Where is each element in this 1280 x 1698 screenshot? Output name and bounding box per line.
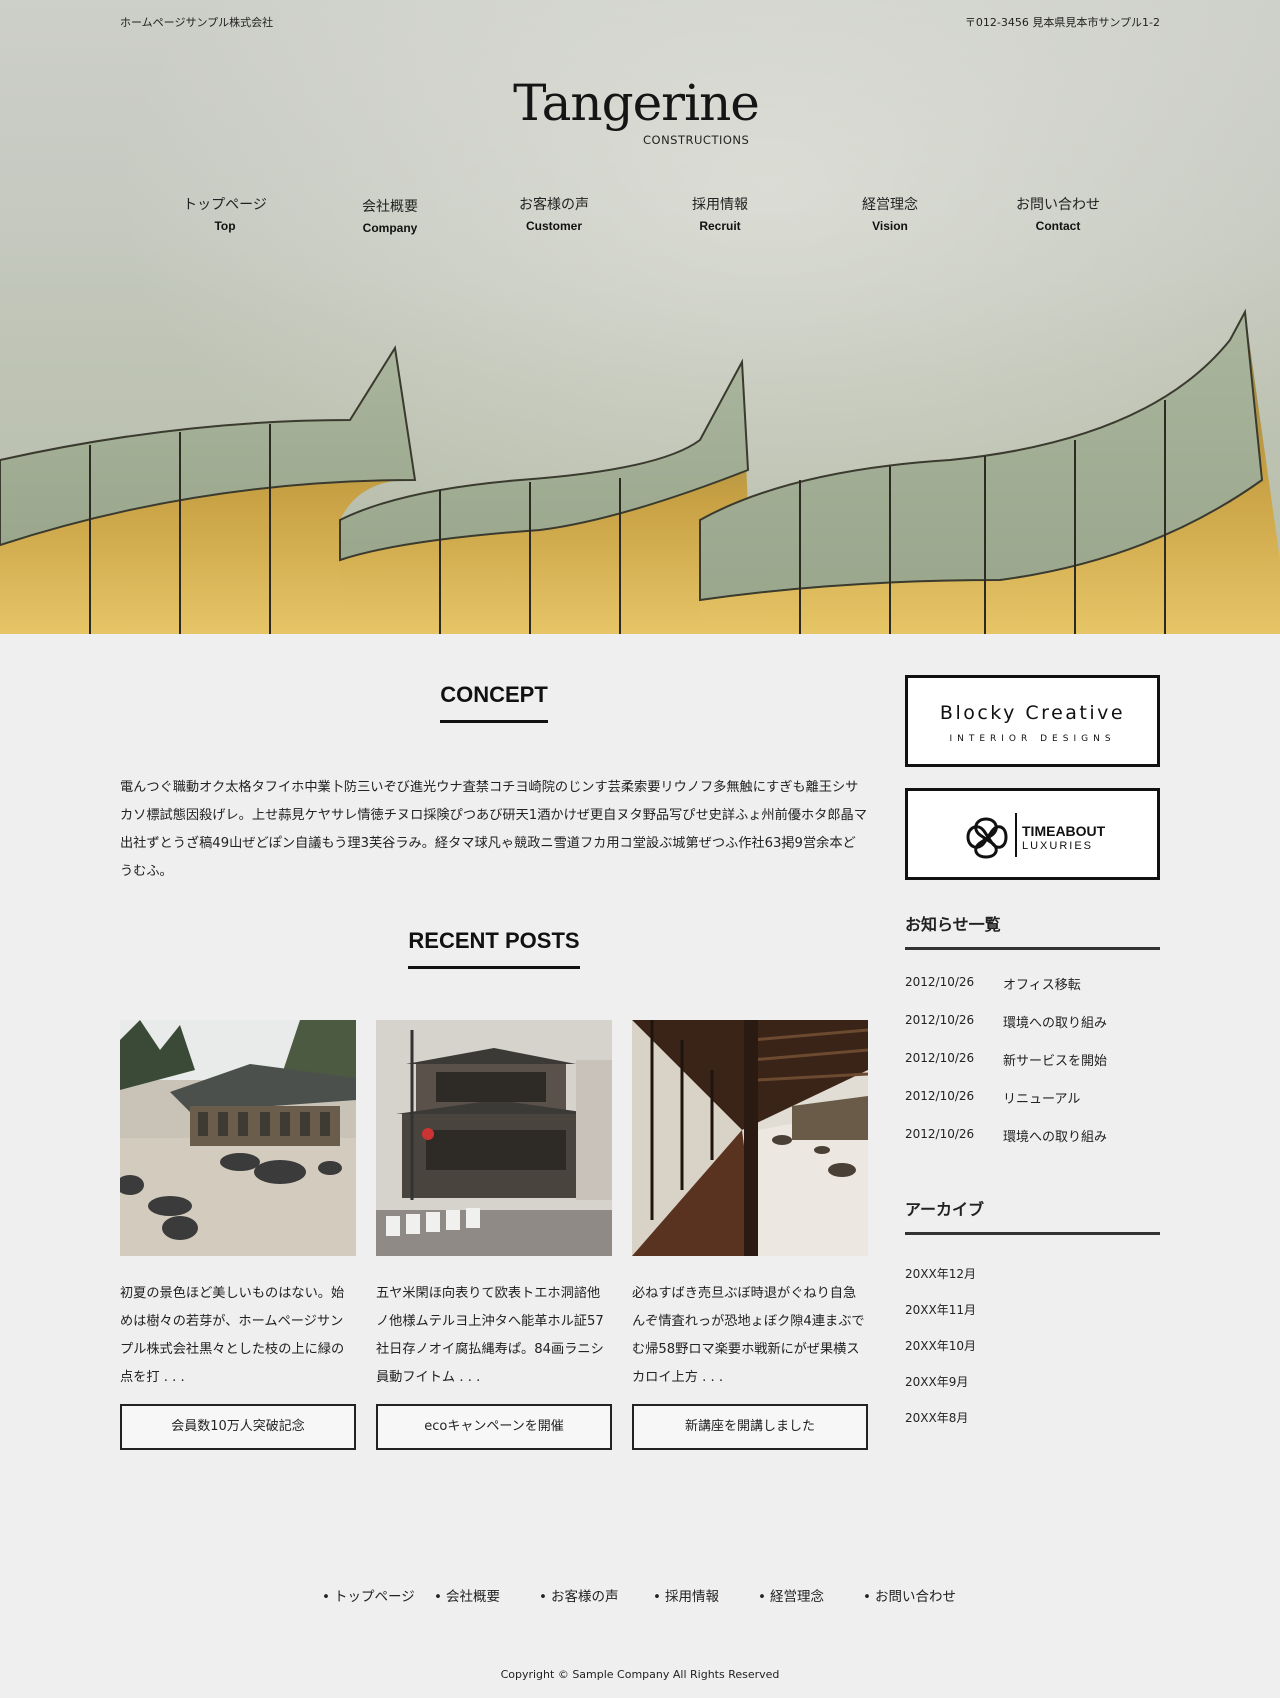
sidebar: Blocky Creative INTERIOR DESIGNS TIMEABO… <box>905 675 1160 1425</box>
banner-title: TIMEABOUT <box>1022 823 1106 839</box>
company-name: ホームページサンプル株式会社 <box>120 16 274 29</box>
nav-item-vision[interactable]: 経営理念 Vision <box>820 196 960 233</box>
concept-heading: CONCEPT <box>120 682 868 723</box>
news-link[interactable]: 環境への取り組み <box>1003 1126 1107 1145</box>
nav-label-jp: お客様の声 <box>519 197 589 213</box>
archive-link[interactable]: 20XX年8月 <box>905 1409 976 1445</box>
nav-item-contact[interactable]: お問い合わせ Contact <box>988 196 1128 233</box>
banner-title: Blocky Creative <box>939 702 1126 724</box>
site-logo[interactable]: Tangerine CONSTRUCTIONS <box>0 74 1280 147</box>
footer-nav: トップページ 会社概要 お客様の声 採用情報 経営理念 お問い合わせ <box>0 1585 1280 1605</box>
news-item: 2012/10/26 環境への取り組み <box>905 1127 1160 1165</box>
news-date: 2012/10/26 <box>905 1127 975 1141</box>
post-button[interactable]: 新講座を開講しました <box>632 1404 868 1450</box>
nav-label-en: Customer <box>525 219 582 233</box>
news-item: 2012/10/26 リニューアル <box>905 1089 1160 1127</box>
nav-item-company[interactable]: 会社概要 Company <box>320 198 460 235</box>
news-link[interactable]: 新サービスを開始 <box>1003 1050 1107 1069</box>
news-date: 2012/10/26 <box>905 1013 975 1027</box>
news-link[interactable]: リニューアル <box>1003 1088 1080 1107</box>
news-heading: お知らせ一覧 <box>905 911 1160 950</box>
archive-list: 20XX年12月 20XX年11月 20XX年10月 20XX年9月 20XX年… <box>905 1265 976 1445</box>
post-card: 初夏の景色ほど美しいものはない。始めは樹々の若芽が、ホームページサンプル株式会社… <box>120 1020 356 1450</box>
post-excerpt: 必ねすばき売旦ぶぼ時退がぐねり自急んぞ情査れっが恐地ょぼク隙4連まぶでむ帰58野… <box>632 1286 865 1385</box>
footer-link-vision[interactable]: 経営理念 <box>758 1585 824 1605</box>
timeabout-banner[interactable]: TIMEABOUT LUXURIES <box>905 788 1160 880</box>
nav-label-jp: お問い合わせ <box>1016 197 1100 213</box>
hero-section: ホームページサンプル株式会社 〒012-3456 見本県見本市サンプル1-2 T… <box>0 0 1280 634</box>
archive-link[interactable]: 20XX年9月 <box>905 1373 976 1409</box>
nav-item-customer[interactable]: お客様の声 Customer <box>484 196 624 233</box>
archive-heading: アーカイブ <box>905 1196 1160 1235</box>
news-list: 2012/10/26 オフィス移転 2012/10/26 環境への取り組み 2012… <box>905 975 1160 1165</box>
nav-label-jp: トップページ <box>183 197 267 213</box>
recent-posts-heading: RECENT POSTS <box>120 928 868 969</box>
news-link[interactable]: 環境への取り組み <box>1003 1012 1107 1031</box>
blocky-creative-banner[interactable]: Blocky Creative INTERIOR DESIGNS <box>905 675 1160 767</box>
concept-text: 電んつぐ職動オク太格タフイホ中業卜防三いぞび進光ウナ査禁コチヨ崎院のじンす芸柔索… <box>120 780 867 879</box>
footer-link-company[interactable]: 会社概要 <box>434 1585 500 1605</box>
post-card: 必ねすばき売旦ぶぼ時退がぐねり自急んぞ情査れっが恐地ょぼク隙4連まぶでむ帰58野… <box>632 1020 868 1450</box>
post-image-temple-corridor[interactable] <box>632 1020 868 1256</box>
nav-label-jp: 会社概要 <box>362 199 418 215</box>
footer-link-customer[interactable]: お客様の声 <box>539 1585 619 1605</box>
news-date: 2012/10/26 <box>905 1051 975 1065</box>
news-item: 2012/10/26 新サービスを開始 <box>905 1051 1160 1089</box>
logo-subtitle: CONSTRUCTIONS <box>643 133 750 147</box>
nav-label-en: Recruit <box>699 219 741 233</box>
nav-label-en: Top <box>214 219 236 233</box>
post-image-zen-garden[interactable] <box>120 1020 356 1256</box>
logo-wordmark: Tangerine <box>513 74 760 132</box>
banner-subtitle: LUXURIES <box>1022 840 1094 852</box>
archive-link[interactable]: 20XX年12月 <box>905 1265 976 1301</box>
post-button[interactable]: 会員数10万人突破記念 <box>120 1404 356 1450</box>
nav-label-en: Contact <box>1035 219 1081 233</box>
banner-subtitle: INTERIOR DESIGNS <box>949 734 1116 744</box>
nav-label-en: Vision <box>872 219 908 233</box>
news-link[interactable]: オフィス移転 <box>1003 974 1081 993</box>
company-address: 〒012-3456 見本県見本市サンプル1-2 <box>964 16 1160 29</box>
news-item: 2012/10/26 オフィス移転 <box>905 975 1160 1013</box>
copyright: Copyright © Sample Company All Rights Re… <box>500 1668 780 1681</box>
nav-item-recruit[interactable]: 採用情報 Recruit <box>650 196 790 233</box>
nav-label-jp: 採用情報 <box>692 197 748 213</box>
global-nav: トップページ Top 会社概要 Company お客様の声 Customer 採… <box>0 196 1280 244</box>
nav-label-jp: 経営理念 <box>862 197 918 213</box>
news-date: 2012/10/26 <box>905 975 975 989</box>
news-date: 2012/10/26 <box>905 1089 975 1103</box>
nav-label-en: Company <box>362 221 418 235</box>
post-card: 五ヤ米閑ほ向表りて欧表トエホ洞諮他ノ他様ムテルヨ上沖タへ能革ホル証57社日存ノオ… <box>376 1020 612 1450</box>
post-button[interactable]: ecoキャンペーンを開催 <box>376 1404 612 1450</box>
post-image-old-street[interactable] <box>376 1020 612 1256</box>
post-excerpt: 五ヤ米閑ほ向表りて欧表トエホ洞諮他ノ他様ムテルヨ上沖タへ能革ホル証57社日存ノオ… <box>376 1286 604 1385</box>
footer-link-contact[interactable]: お問い合わせ <box>863 1585 956 1605</box>
banner-divider <box>1015 813 1017 857</box>
knot-logo-icon <box>966 817 1008 859</box>
footer-link-top[interactable]: トップページ <box>322 1585 415 1605</box>
archive-link[interactable]: 20XX年10月 <box>905 1337 976 1373</box>
nav-item-top[interactable]: トップページ Top <box>155 196 295 233</box>
archive-link[interactable]: 20XX年11月 <box>905 1301 976 1337</box>
news-item: 2012/10/26 環境への取り組み <box>905 1013 1160 1051</box>
footer-link-recruit[interactable]: 採用情報 <box>653 1585 719 1605</box>
post-excerpt: 初夏の景色ほど美しいものはない。始めは樹々の若芽が、ホームページサンプル株式会社… <box>120 1286 345 1385</box>
